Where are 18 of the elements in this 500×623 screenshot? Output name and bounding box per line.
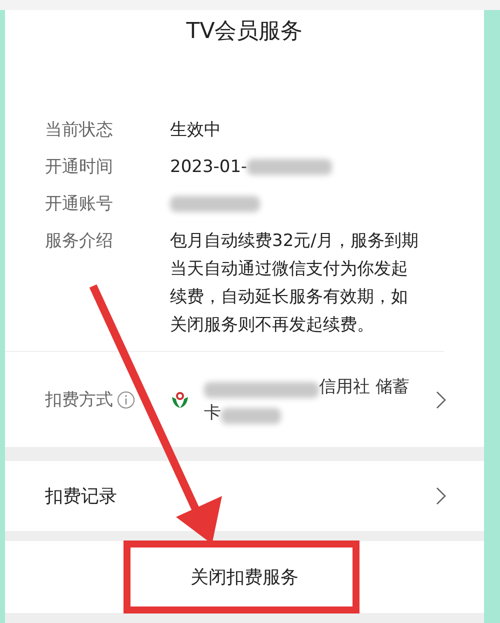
field-value: 2023-01- [170,156,248,179]
list-item[interactable]: 扣费记录 [5,461,484,531]
field-label: 扣费方式 [45,388,113,412]
blurred-text [221,408,281,424]
item-label: 扣费记录 [45,485,117,508]
field-label: 开通时间 [45,156,114,179]
info-icon[interactable] [117,390,135,408]
field-label: 开通账号 [45,193,114,216]
account-name: 信用社 储蓄 [319,376,410,398]
field-label: 当前状态 [45,119,114,142]
account-name: 卡 [204,402,221,424]
page-title: TV会员服务 [185,18,304,46]
chevron-right-icon [436,487,446,505]
bank-logo-icon [170,390,190,410]
field-label: 服务介绍 [45,230,114,253]
chevron-right-icon [436,390,446,408]
field-value: 包月自动续费32元/月，服务到期当天自动通过微信支付为你发起续费，自动延长服务有效期，如关闭服务则不再发起续费。 [170,230,420,337]
field-value: 生效中 [170,119,222,142]
